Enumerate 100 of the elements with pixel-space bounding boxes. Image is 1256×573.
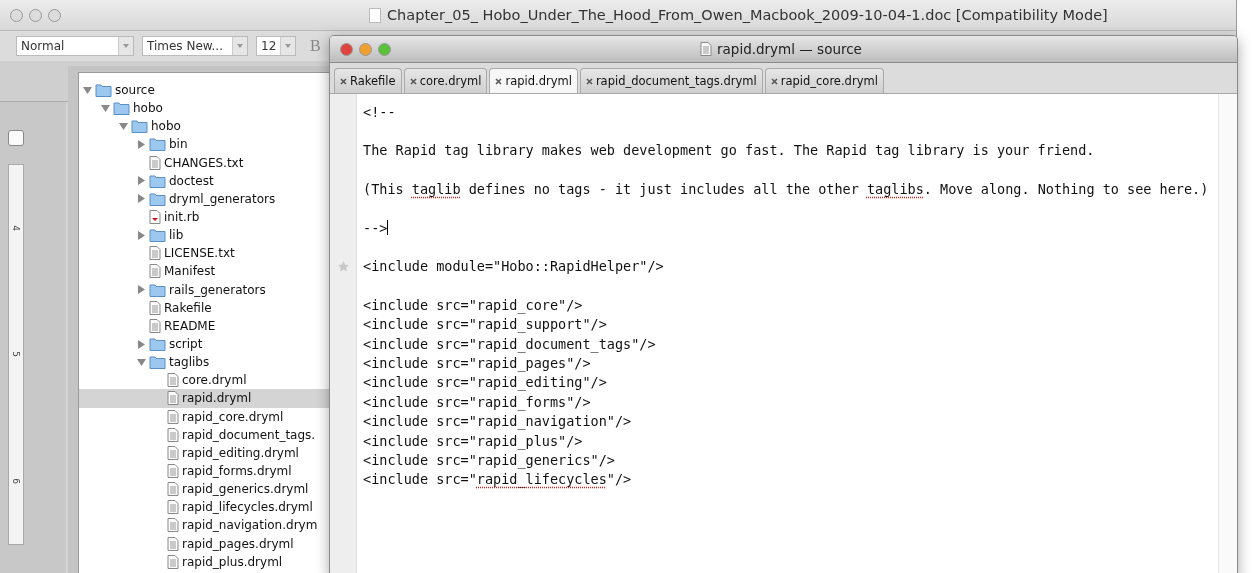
file-tab[interactable]: rapid_core.dryml <box>764 68 884 93</box>
tree-row[interactable]: rapid_plus.dryml <box>79 552 329 571</box>
close-icon[interactable] <box>340 77 347 85</box>
window-title: rapid.dryml — source <box>717 41 862 57</box>
tree-row[interactable]: LICENSE.txt <box>79 244 329 263</box>
collapsed-triangle-icon[interactable] <box>137 176 146 186</box>
scrollbar[interactable] <box>1218 94 1237 573</box>
tree-row[interactable]: Rakefile <box>79 298 329 317</box>
document-icon <box>167 518 179 533</box>
tree-row[interactable]: hobo <box>79 117 329 136</box>
tree-row[interactable]: rapid_document_tags. <box>79 425 329 444</box>
style-select[interactable]: Normal <box>16 36 134 56</box>
code-line: <include src="rapid_support"/> <box>363 315 608 335</box>
document-icon <box>149 155 161 170</box>
zoom-icon[interactable] <box>48 8 61 22</box>
arrow-button[interactable] <box>8 130 24 146</box>
tree-row[interactable]: rails_generators <box>79 280 329 299</box>
file-tab[interactable]: core.dryml <box>403 68 488 93</box>
collapsed-triangle-icon[interactable] <box>137 285 146 295</box>
tree-row[interactable]: script <box>79 334 329 354</box>
expanded-triangle-icon[interactable] <box>101 103 110 113</box>
ruler-number: 5 <box>11 351 21 358</box>
document-icon <box>149 264 161 279</box>
collapsed-triangle-icon[interactable] <box>137 339 146 349</box>
collapsed-triangle-icon[interactable] <box>137 194 146 204</box>
code-line: <include src="rapid_core"/> <box>363 296 584 315</box>
file-tab[interactable]: rapid.dryml <box>489 68 578 93</box>
document-icon <box>167 391 179 406</box>
document-icon <box>167 427 179 442</box>
collapsed-triangle-icon[interactable] <box>137 230 146 240</box>
star-icon[interactable] <box>337 260 349 272</box>
document-icon <box>167 464 179 478</box>
tree-row[interactable]: init.rb <box>79 208 329 227</box>
code-line: The Rapid tag library makes web development go fast. The Rapid tag library is your friend. <box>363 141 1096 161</box>
tree-row[interactable]: rapid_generics.dryml <box>79 480 329 499</box>
file-tab[interactable]: Rakefile <box>334 68 402 93</box>
tree-row[interactable]: Manifest <box>79 262 329 281</box>
tree-row[interactable]: bin <box>79 135 329 154</box>
minimize-icon[interactable] <box>359 42 372 56</box>
code-line: <include src="rapid_lifecycles"/> <box>363 470 633 489</box>
size-select[interactable]: 12 <box>256 36 296 56</box>
folder-icon <box>95 83 112 98</box>
code-line: <include src="rapid_editing"/> <box>363 373 608 393</box>
folder-icon <box>149 355 166 370</box>
file-tab[interactable]: rapid_document_tags.dryml <box>579 68 763 93</box>
folder-icon <box>131 119 148 134</box>
zoom-icon[interactable] <box>378 42 391 56</box>
tree-row[interactable]: rapid_pages.dryml <box>79 534 329 553</box>
code-line: (This taglib defines no tags - it just includes all the other taglibs. Move along. Nothing to see here.) <box>363 180 1210 199</box>
tree-row[interactable]: rapid_editing.dryml <box>79 443 329 462</box>
tree-row[interactable]: rapid_lifecycles.dryml <box>79 498 329 517</box>
folder-icon <box>149 337 166 352</box>
folder-icon <box>149 137 166 152</box>
code-line: <include src="rapid_generics"/> <box>363 450 616 470</box>
tree-row[interactable]: rapid_core.dryml <box>79 407 329 426</box>
tree-row[interactable]: rapid.dryml <box>79 389 329 408</box>
collapsed-triangle-icon[interactable] <box>137 140 146 149</box>
folder-icon <box>149 228 166 243</box>
code-line: <include module="Hobo::RapidHelper"/> <box>363 257 665 277</box>
document-icon <box>167 445 179 460</box>
tree-row[interactable]: README <box>79 316 329 335</box>
document-icon <box>167 536 179 551</box>
folder-icon <box>149 173 166 188</box>
window-title: Chapter_05_ Hobo_Under_The_Hood_From_Owen_Macbook_2009-10-04-1.doc [Compatibility Mode] <box>387 7 1108 23</box>
document-icon <box>167 500 179 515</box>
code-line: <include src="rapid_navigation"/> <box>363 412 633 431</box>
code-line: <include src="rapid_forms"/> <box>363 392 592 412</box>
close-icon[interactable] <box>770 77 778 85</box>
tree-row[interactable]: lib <box>79 226 329 245</box>
code-line: <include src="rapid_plus"/> <box>363 431 584 451</box>
expanded-triangle-icon[interactable] <box>83 85 92 95</box>
ruler-number: 6 <box>11 477 21 484</box>
close-icon[interactable] <box>495 77 503 85</box>
close-icon[interactable] <box>409 77 417 85</box>
expanded-triangle-icon[interactable] <box>119 121 128 131</box>
close-icon[interactable] <box>585 77 593 85</box>
minimize-icon[interactable] <box>29 8 42 22</box>
code-line: <include src="rapid_pages"/> <box>363 354 592 373</box>
document-icon <box>149 246 161 261</box>
tree-row[interactable]: taglibs <box>79 353 329 372</box>
code-line: --> <box>363 218 390 238</box>
document-icon <box>167 409 179 424</box>
document-icon <box>149 300 161 315</box>
document-icon <box>167 373 179 388</box>
ruler-number: 4 <box>11 225 21 231</box>
document-icon <box>167 554 179 569</box>
tree-row[interactable]: dryml_generators <box>79 189 329 208</box>
tree-row[interactable]: rapid_navigation.drym <box>79 516 329 535</box>
tree-row[interactable]: CHANGES.txt <box>79 153 329 172</box>
expanded-triangle-icon[interactable] <box>137 357 146 367</box>
close-icon[interactable] <box>340 42 353 56</box>
folder-icon <box>149 282 166 297</box>
tree-row[interactable]: core.dryml <box>79 371 329 390</box>
tree-row[interactable]: rapid_forms.dryml <box>79 461 329 481</box>
tree-row[interactable]: source <box>79 81 329 100</box>
tree-row[interactable]: doctest <box>79 171 329 190</box>
code-line: <include src="rapid_document_tags"/> <box>363 334 657 354</box>
document-icon <box>700 42 712 56</box>
font-select[interactable]: Times New... <box>142 36 248 56</box>
tree-row[interactable]: hobo <box>79 99 329 118</box>
